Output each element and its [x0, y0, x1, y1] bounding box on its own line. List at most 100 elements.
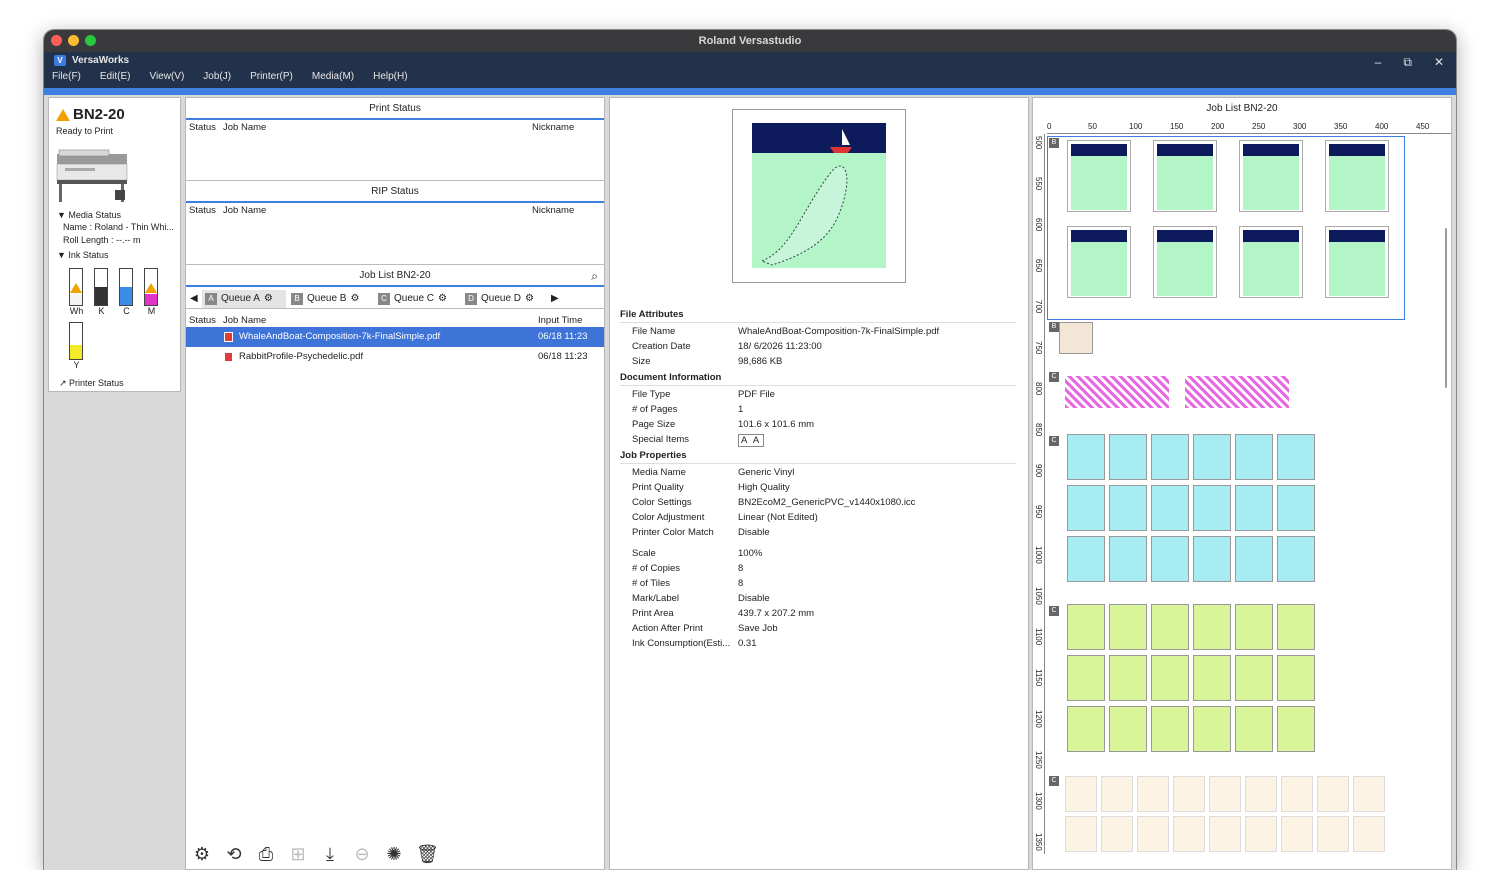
attr-key: Page Size — [632, 419, 676, 430]
attr-value: Save Job — [738, 623, 778, 634]
special-items-icon: A A — [738, 434, 765, 447]
close-window-button[interactable] — [51, 35, 62, 46]
col-nickname[interactable]: Nickname — [532, 122, 574, 133]
job-row[interactable]: WhaleAndBoat-Composition-7k-FinalSimple.… — [186, 327, 604, 347]
job-thumbnail — [1153, 226, 1217, 298]
job-thumbnail — [1151, 485, 1189, 531]
menu-printer[interactable]: Printer(P) — [250, 71, 293, 82]
ruler-tick-label: 450 — [1416, 122, 1430, 131]
ruler-tick-label: 350 — [1334, 122, 1348, 131]
tab-label: Queue D — [481, 293, 522, 304]
col-job-name[interactable]: Job Name — [223, 122, 266, 133]
attr-value: Generic Vinyl — [738, 467, 795, 478]
attr-key: Scale — [632, 548, 656, 559]
col-nickname[interactable]: Nickname — [532, 205, 574, 216]
tab-queue-c[interactable]: C Queue C ⚙ — [375, 290, 459, 308]
ruler-tick-label: 1050 — [1034, 587, 1043, 605]
menu-media[interactable]: Media(M) — [312, 71, 354, 82]
download-icon[interactable]: ⤓ — [320, 844, 340, 865]
attr-key: Printer Color Match — [632, 527, 714, 538]
col-status[interactable]: Status — [189, 315, 216, 326]
print-status-section: Print Status Status Job Name Nickname — [186, 98, 604, 181]
search-icon[interactable]: ⌕ — [591, 265, 598, 287]
ruler-tick-label: 1150 — [1034, 669, 1043, 687]
tab-queue-d[interactable]: D Queue D ⚙ — [462, 290, 546, 308]
layout-title: Job List BN2-20 — [1206, 103, 1278, 114]
menu-view[interactable]: View(V) — [149, 71, 184, 82]
job-thumbnail — [1193, 604, 1231, 650]
attr-key: # of Copies — [632, 563, 681, 574]
gear-icon[interactable]: ⚙ — [350, 291, 359, 307]
col-input-time[interactable]: Input Time — [538, 315, 582, 326]
gear-icon[interactable]: ⚙ — [525, 291, 534, 307]
cancel-icon[interactable]: ⊖ — [352, 844, 372, 865]
warning-icon — [145, 283, 157, 293]
refresh-icon[interactable]: ⟲ — [224, 844, 244, 865]
restore-icon[interactable]: ⧉ — [1403, 55, 1412, 70]
attr-value: 8 — [738, 578, 744, 589]
ruler-tick-label: 500 — [1034, 136, 1043, 150]
ink-label-wh: Wh — [69, 306, 84, 316]
job-thumbnail — [1137, 816, 1169, 852]
col-job-name[interactable]: Job Name — [223, 205, 266, 216]
print-icon[interactable]: ⎙ — [256, 844, 276, 865]
tab-next-icon[interactable]: ▶ — [548, 290, 559, 308]
attr-key: Ink Consumption(Esti... — [632, 638, 731, 649]
job-thumbnail — [1101, 816, 1133, 852]
job-thumbnail — [1277, 536, 1315, 582]
thumb-sky — [1157, 144, 1213, 156]
job-thumbnail — [1235, 485, 1273, 531]
thumb-sea — [1157, 242, 1213, 296]
job-thumbnail — [1193, 485, 1231, 531]
job-input-time: 06/18 11:23 — [538, 351, 588, 362]
menu-edit[interactable]: Edit(E) — [100, 71, 131, 82]
job-thumbnail — [1059, 322, 1093, 354]
tab-queue-b[interactable]: B Queue B ⚙ — [288, 290, 372, 308]
menu-help[interactable]: Help(H) — [373, 71, 407, 82]
close-icon[interactable]: ✕ — [1434, 55, 1444, 70]
gear-icon[interactable]: ⚙ — [438, 291, 447, 307]
tab-queue-a[interactable]: A Queue A ⚙ — [202, 290, 286, 308]
accent-bar — [44, 88, 1456, 95]
ruler-tick-label: 1200 — [1034, 710, 1043, 728]
col-job-name[interactable]: Job Name — [223, 315, 266, 326]
attr-key: Color Settings — [632, 497, 692, 508]
tab-prev-icon[interactable]: ◀ — [187, 290, 198, 308]
print-status-title: Print Status — [186, 98, 604, 120]
printer-status-link[interactable]: ↗ Printer Status — [59, 378, 124, 389]
thumb-sky — [1243, 144, 1299, 156]
minimize-window-button[interactable] — [68, 35, 79, 46]
ink-row-2: Y — [69, 322, 84, 370]
ruler-tick-label: 650 — [1034, 259, 1043, 273]
tile-icon[interactable]: ⊞ — [288, 844, 308, 865]
pdf-icon — [224, 332, 233, 342]
menu-job[interactable]: Job(J) — [203, 71, 231, 82]
attr-value: Disable — [738, 593, 770, 604]
col-status[interactable]: Status — [189, 205, 216, 216]
thumb-sky — [1329, 144, 1385, 156]
job-thumbnail — [1277, 655, 1315, 701]
spinner-icon[interactable]: ✺ — [384, 844, 404, 865]
print-status-header: Status Job Name Nickname — [186, 120, 604, 134]
ink-status-label[interactable]: ▼ Ink Status — [57, 250, 108, 260]
minimize-icon[interactable]: – — [1375, 55, 1382, 70]
media-status-label[interactable]: ▼ Media Status — [57, 210, 121, 220]
gear-icon[interactable]: ⚙ — [192, 844, 212, 865]
job-thumbnail — [1109, 536, 1147, 582]
media-name: Name : Roland - Thin Whi... — [63, 222, 174, 232]
trash-icon[interactable]: 🗑 — [416, 844, 439, 865]
ruler-tick-label: 0 — [1047, 122, 1052, 131]
job-thumbnail — [1245, 776, 1277, 812]
attr-key: Print Quality — [632, 482, 684, 493]
printer-name[interactable]: BN2-20 — [73, 106, 125, 123]
job-row[interactable]: RabbitProfile-Psychedelic.pdf 06/18 11:2… — [186, 347, 604, 367]
job-thumbnail — [1277, 485, 1315, 531]
rip-status-title: RIP Status — [186, 181, 604, 203]
zoom-window-button[interactable] — [85, 35, 96, 46]
scrollbar[interactable] — [1445, 228, 1447, 388]
gear-icon[interactable]: ⚙ — [264, 291, 273, 307]
menu-file[interactable]: File(F) — [52, 71, 81, 82]
ruler-tick-label: 1100 — [1034, 628, 1043, 646]
layout-canvas[interactable]: B B C C C C — [1047, 136, 1447, 866]
col-status[interactable]: Status — [189, 122, 216, 133]
